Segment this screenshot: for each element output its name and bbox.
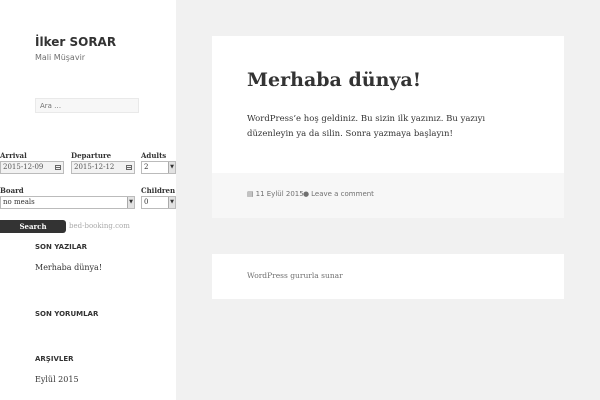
children-value: 0 xyxy=(144,198,149,206)
archives-title: ARŞIVLER xyxy=(35,355,74,363)
arrival-field[interactable]: 2015-12-09 xyxy=(0,161,64,174)
site-title[interactable]: İlker SORAR xyxy=(35,35,116,49)
site-description: Mali Müşavir xyxy=(35,53,86,62)
board-label: Board xyxy=(0,186,24,195)
powered-by-link[interactable]: bed-booking.com xyxy=(69,222,130,230)
board-value: no meals xyxy=(3,198,35,206)
post-meta: ▤ 11 Eylül 2015 ● Leave a comment xyxy=(212,173,564,218)
departure-field[interactable]: 2015-12-12 xyxy=(71,161,135,174)
post-date-text: 11 Eylül 2015 xyxy=(255,190,304,198)
comment-icon: ● xyxy=(303,190,310,198)
arrival-label: Arrival xyxy=(0,151,27,160)
departure-label: Departure xyxy=(71,151,112,160)
sidebar: İlker SORAR Mali Müşavir Ara … Arrival 2… xyxy=(0,0,176,400)
departure-value: 2015-12-12 xyxy=(74,163,115,171)
adults-value: 2 xyxy=(144,163,149,171)
children-select[interactable]: 0 ▼ xyxy=(141,196,176,209)
calendar-icon: ▤ xyxy=(247,190,254,198)
archive-link[interactable]: Eylül 2015 xyxy=(35,375,79,384)
post-card: Merhaba dünya! WordPress’e hoş geldiniz.… xyxy=(212,36,564,218)
children-label: Children xyxy=(141,186,176,195)
recent-post-link[interactable]: Merhaba dünya! xyxy=(35,263,102,272)
comment-link-text: Leave a comment xyxy=(311,190,374,198)
board-select[interactable]: no meals ▼ xyxy=(0,196,135,209)
calendar-icon[interactable] xyxy=(55,165,61,170)
comment-link[interactable]: ● Leave a comment xyxy=(303,190,374,198)
search-button[interactable]: Search xyxy=(0,220,66,233)
recent-posts-title: SON YAZILAR xyxy=(35,243,88,251)
dropdown-arrow-icon: ▼ xyxy=(168,197,175,208)
adults-label: Adults xyxy=(141,151,167,160)
dropdown-arrow-icon: ▼ xyxy=(127,197,134,208)
post-content: WordPress’e hoş geldiniz. Bu sizin ilk y… xyxy=(247,114,486,139)
adults-select[interactable]: 2 ▼ xyxy=(141,161,176,174)
search-input[interactable]: Ara … xyxy=(35,98,139,113)
post-title[interactable]: Merhaba dünya! xyxy=(247,69,421,91)
dropdown-arrow-icon: ▼ xyxy=(168,162,175,173)
footer-credit-link[interactable]: WordPress gururla sunar xyxy=(247,271,343,280)
arrival-value: 2015-12-09 xyxy=(3,163,44,171)
calendar-icon[interactable] xyxy=(126,165,132,170)
site-footer: WordPress gururla sunar xyxy=(212,254,564,299)
recent-comments-title: SON YORUMLAR xyxy=(35,310,99,318)
post-date[interactable]: ▤ 11 Eylül 2015 xyxy=(247,190,304,198)
